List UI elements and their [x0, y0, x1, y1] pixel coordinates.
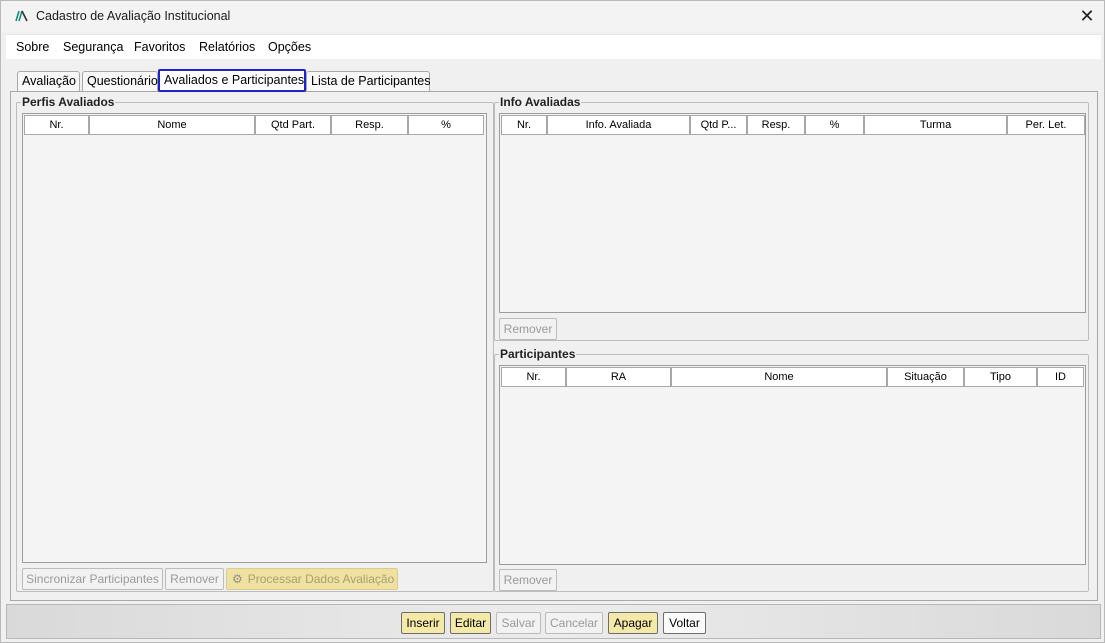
main-window: Cadastro de Avaliação Institucional ✕ So… — [0, 0, 1105, 643]
processar-dados-button[interactable]: ⚙ Processar Dados Avaliação — [226, 568, 398, 590]
col-header[interactable]: Nr. — [24, 115, 89, 135]
perfis-avaliados-group: Perfis Avaliados Nr. Nome Qtd Part. Resp… — [16, 95, 494, 592]
voltar-button[interactable]: Voltar — [663, 612, 706, 634]
info-avaliadas-group: Info Avaliadas Nr. Info. Avaliada Qtd P.… — [494, 95, 1089, 341]
sincronizar-participantes-button[interactable]: Sincronizar Participantes — [22, 568, 163, 590]
col-header[interactable]: RA — [566, 367, 671, 387]
col-header[interactable]: Situação — [887, 367, 964, 387]
tab-questionario[interactable]: Questionário — [82, 71, 158, 91]
col-header[interactable]: ID — [1037, 367, 1084, 387]
tab-avaliacao[interactable]: Avaliação — [17, 71, 80, 91]
bottom-toolbar: Inserir Editar Salvar Cancelar Apagar Vo… — [6, 604, 1101, 639]
col-header[interactable]: Tipo — [964, 367, 1037, 387]
remover-info-button[interactable]: Remover — [499, 318, 557, 340]
col-header[interactable]: Turma — [864, 115, 1007, 135]
remover-perfil-button[interactable]: Remover — [165, 568, 224, 590]
app-logo-icon — [15, 10, 28, 22]
tab-lista-participantes[interactable]: Lista de Participantes — [306, 71, 431, 91]
close-icon[interactable]: ✕ — [1075, 4, 1099, 28]
col-header[interactable]: Info. Avaliada — [547, 115, 690, 135]
participantes-group: Participantes Nr. RA Nome Situação Tipo … — [494, 347, 1089, 592]
col-header[interactable]: % — [805, 115, 864, 135]
tab-panel: Perfis Avaliados Nr. Nome Qtd Part. Resp… — [10, 91, 1098, 601]
menu-opcoes[interactable]: Opções — [268, 40, 311, 54]
info-avaliadas-title: Info Avaliadas — [499, 95, 582, 109]
editar-button[interactable]: Editar — [450, 612, 491, 634]
title-bar: Cadastro de Avaliação Institucional ✕ — [1, 1, 1104, 32]
col-header[interactable]: Resp. — [747, 115, 805, 135]
processar-dados-label: Processar Dados Avaliação — [247, 572, 395, 586]
apagar-button[interactable]: Apagar — [608, 612, 658, 634]
col-header[interactable]: Qtd Part. — [255, 115, 331, 135]
col-header[interactable]: % — [408, 115, 484, 135]
window-title: Cadastro de Avaliação Institucional — [36, 9, 231, 23]
col-header[interactable]: Resp. — [331, 115, 408, 135]
col-header[interactable]: Nr. — [501, 115, 547, 135]
menu-relatorios[interactable]: Relatórios — [199, 40, 255, 54]
col-header[interactable]: Nome — [671, 367, 887, 387]
menu-favoritos[interactable]: Favoritos — [134, 40, 185, 54]
col-header[interactable]: Nome — [89, 115, 255, 135]
col-header[interactable]: Qtd P... — [690, 115, 747, 135]
remover-participante-button[interactable]: Remover — [499, 569, 557, 591]
menu-seguranca[interactable]: Segurança — [63, 40, 123, 54]
perfis-avaliados-title: Perfis Avaliados — [21, 95, 116, 109]
salvar-button[interactable]: Salvar — [496, 612, 541, 634]
menu-sobre[interactable]: Sobre — [16, 40, 49, 54]
col-header[interactable]: Nr. — [501, 367, 566, 387]
inserir-button[interactable]: Inserir — [401, 612, 445, 634]
gears-icon: ⚙ — [232, 572, 243, 586]
participantes-title: Participantes — [499, 347, 577, 361]
perfis-table[interactable]: Nr. Nome Qtd Part. Resp. % — [22, 113, 487, 563]
tab-avaliados-participantes[interactable]: Avaliados e Participantes — [158, 69, 306, 92]
cancelar-button[interactable]: Cancelar — [545, 612, 603, 634]
col-header[interactable]: Per. Let. — [1007, 115, 1085, 135]
info-table[interactable]: Nr. Info. Avaliada Qtd P... Resp. % Turm… — [499, 113, 1086, 313]
participantes-table[interactable]: Nr. RA Nome Situação Tipo ID — [499, 365, 1086, 565]
menu-bar: Sobre Segurança Favoritos Relatórios Opç… — [6, 34, 1101, 59]
